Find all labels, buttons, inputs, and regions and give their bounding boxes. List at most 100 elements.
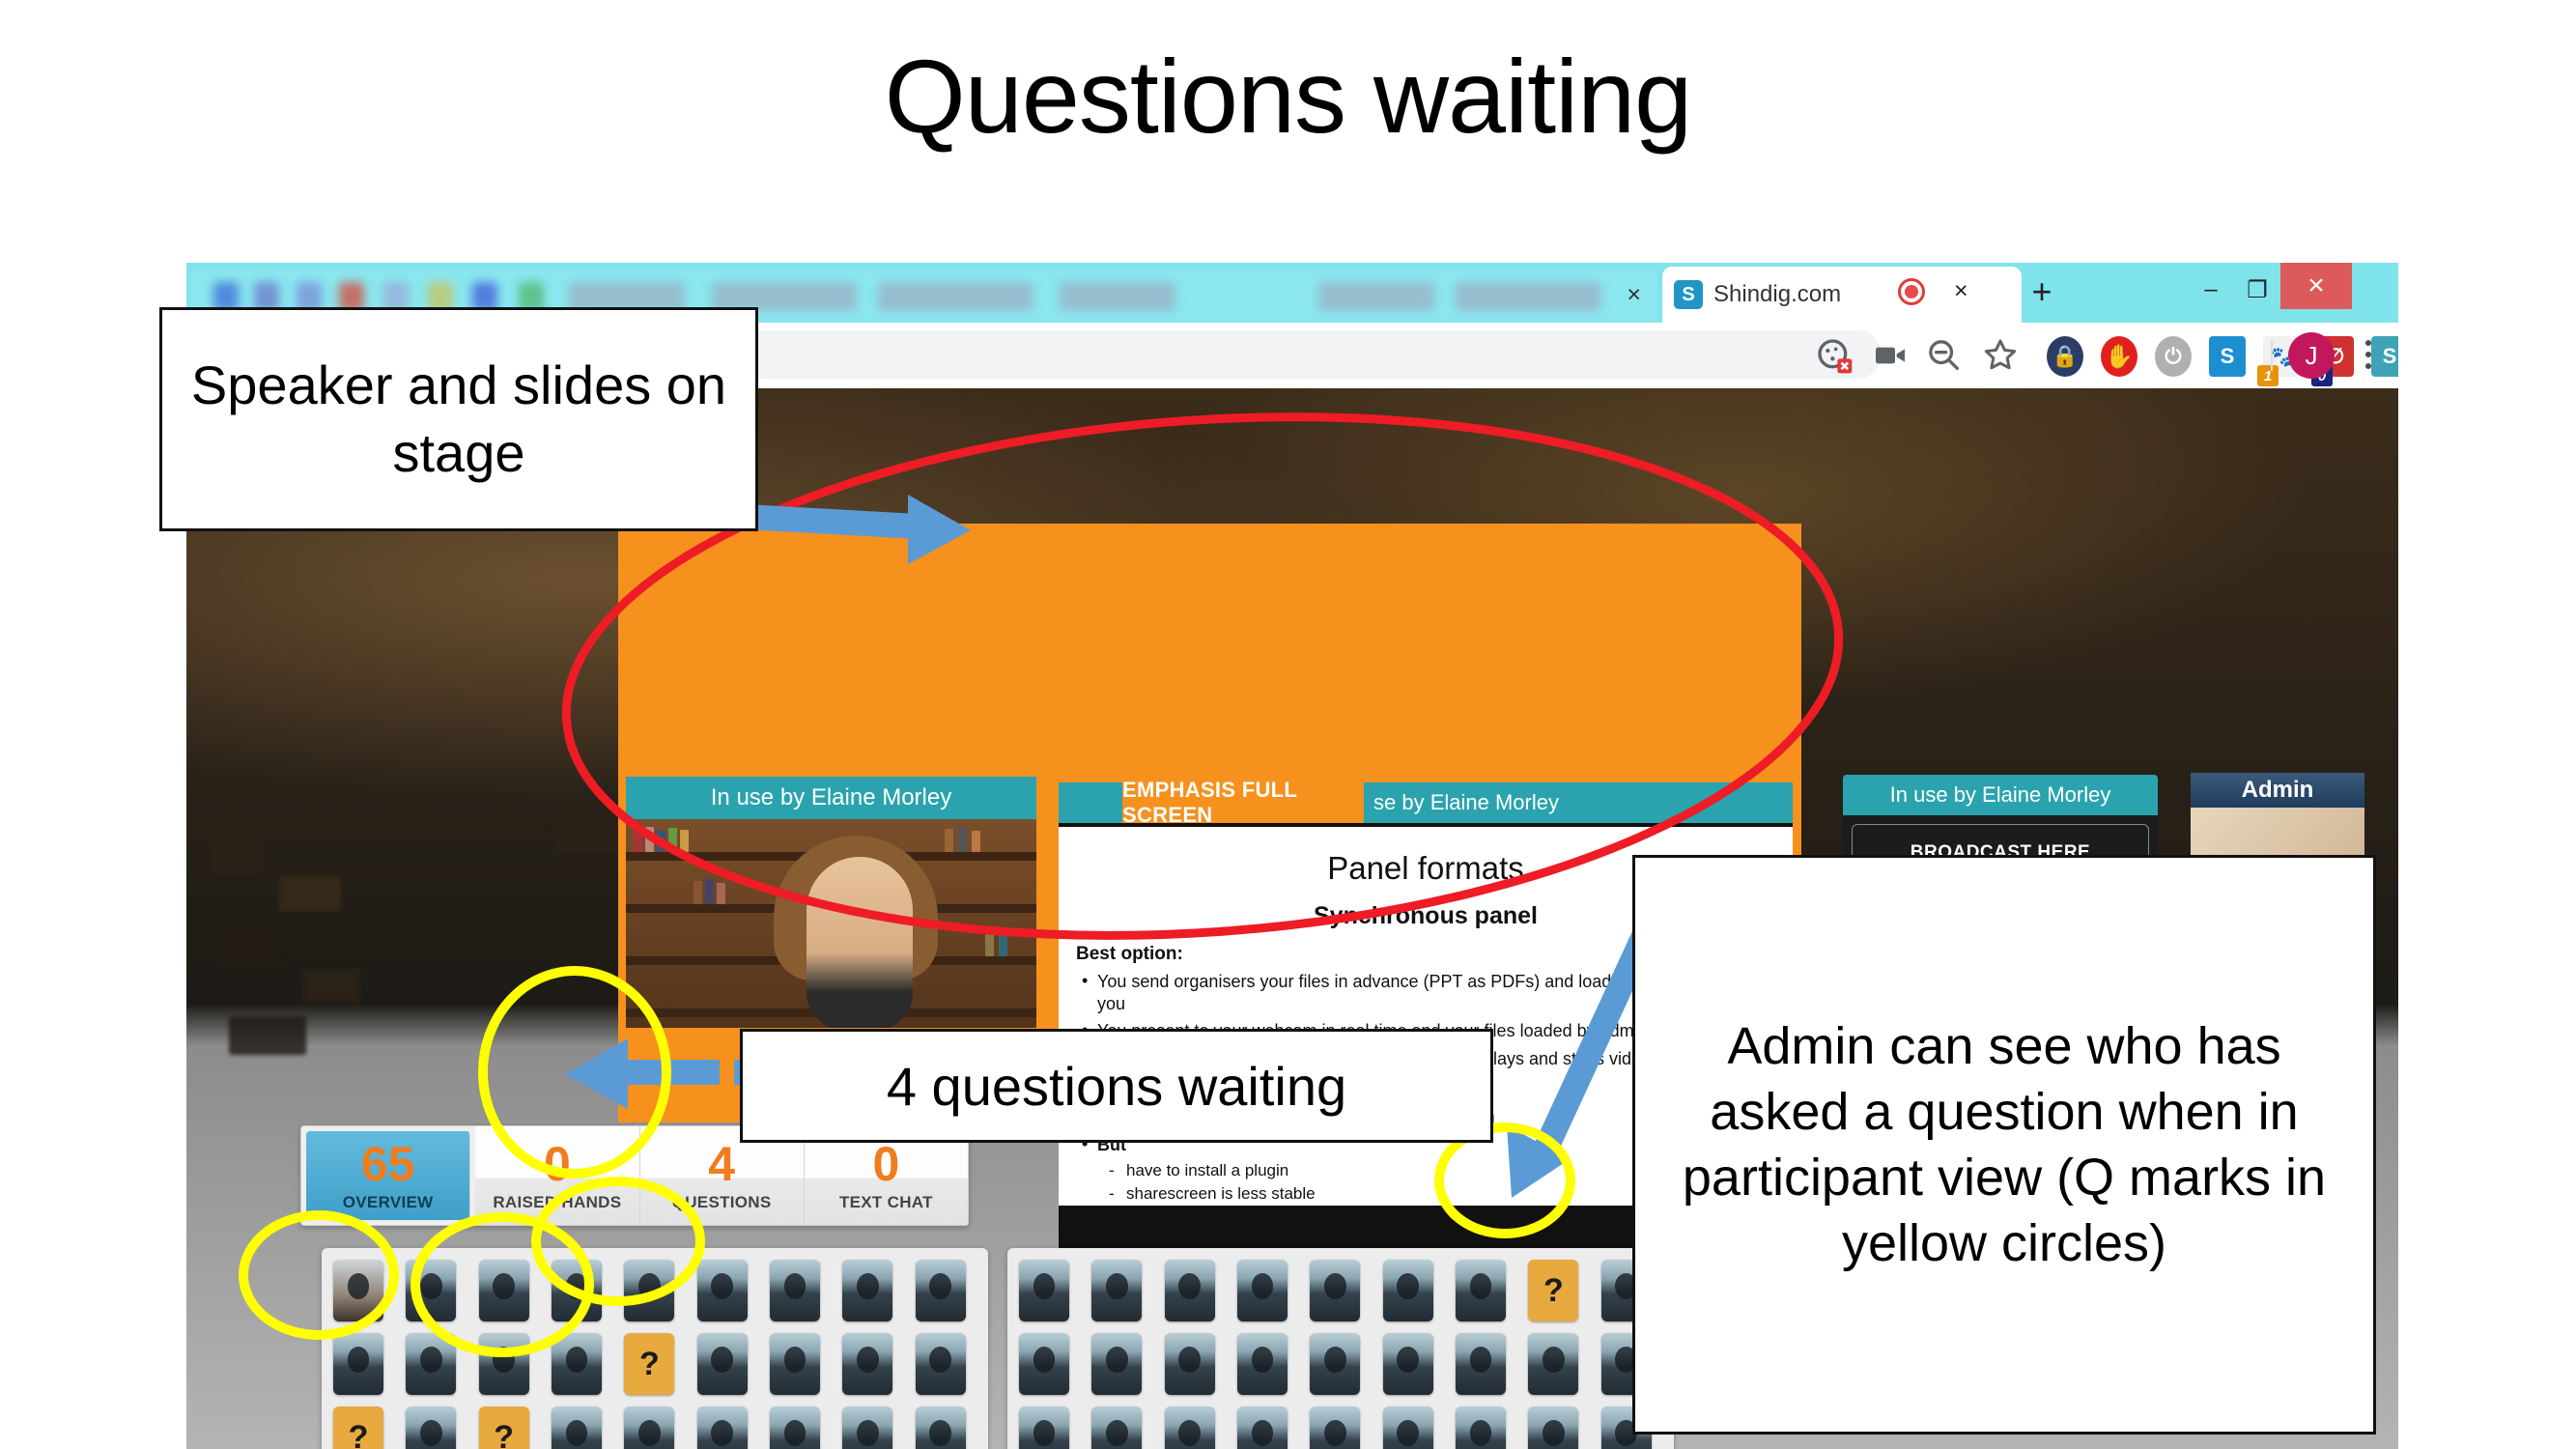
participant-tile[interactable]	[478, 1260, 529, 1321]
participant-tile[interactable]	[915, 1260, 966, 1321]
participant-tile[interactable]	[842, 1333, 893, 1395]
stat-value: 4	[708, 1136, 736, 1191]
participant-tile[interactable]	[915, 1406, 966, 1449]
emphasis-full-screen-badge[interactable]: EMPHASIS FULL SCREEN	[1122, 778, 1364, 827]
participant-tile[interactable]	[1019, 1333, 1069, 1395]
participant-tile[interactable]	[1455, 1333, 1506, 1395]
audience-blur	[210, 842, 266, 875]
participant-tile[interactable]	[769, 1333, 820, 1395]
tab-label-blur	[878, 282, 1033, 311]
question-mark-icon: ?	[638, 1345, 660, 1382]
participant-tile[interactable]	[1236, 1260, 1288, 1321]
block-extension-icon[interactable]: ✋	[2101, 336, 2137, 377]
stat-value: 0	[543, 1136, 571, 1191]
stat-label: QUESTIONS	[671, 1192, 772, 1211]
participant-tile[interactable]	[406, 1260, 457, 1321]
participant-tile[interactable]	[333, 1260, 383, 1321]
question-mark-icon: ?	[1543, 1271, 1564, 1309]
participant-tile[interactable]	[1310, 1406, 1361, 1449]
slide-header: EMPHASIS FULL SCREEN se by Elaine Morley	[1059, 778, 1793, 827]
participant-tile[interactable]	[696, 1260, 748, 1321]
participant-tile[interactable]	[1019, 1406, 1069, 1449]
shindig-extension-icon[interactable]: S	[2209, 336, 2246, 377]
participant-tile[interactable]	[406, 1406, 457, 1449]
participant-tile[interactable]	[842, 1406, 893, 1449]
participant-grid-left[interactable]: ???	[322, 1248, 988, 1449]
participant-grid-right[interactable]: ?	[1007, 1248, 1674, 1449]
participant-tile[interactable]	[1164, 1406, 1215, 1449]
stat-label: RAISED HANDS	[493, 1192, 622, 1211]
participant-tile[interactable]	[1019, 1260, 1069, 1321]
participant-tile[interactable]	[1164, 1260, 1215, 1321]
tab-label-blur	[1318, 282, 1434, 311]
participant-tile[interactable]	[1236, 1333, 1288, 1395]
callout-speaker: Speaker and slides on stage	[159, 307, 758, 531]
participant-tile[interactable]	[1236, 1406, 1288, 1449]
participant-tile[interactable]	[478, 1333, 529, 1395]
camera-record-icon[interactable]	[1871, 336, 1910, 375]
stat-overview[interactable]: 65 OVERVIEW	[306, 1131, 471, 1220]
audience-blur	[302, 968, 360, 1003]
speaker-video-feed	[626, 819, 1036, 1028]
participant-tile[interactable]	[696, 1406, 748, 1449]
tab-label-blur	[1456, 282, 1600, 311]
participant-tile[interactable]	[333, 1333, 383, 1395]
speaker-face	[807, 856, 913, 1028]
bookmark-star-icon[interactable]	[1981, 336, 2020, 375]
participant-tile[interactable]	[1310, 1260, 1361, 1321]
participant-tile[interactable]	[551, 1333, 602, 1395]
participant-tile-question[interactable]: ?	[478, 1406, 529, 1449]
new-tab-button[interactable]: +	[2020, 274, 2064, 313]
participant-tile[interactable]	[551, 1406, 602, 1449]
audience-blur	[279, 876, 341, 911]
stat-value: 65	[360, 1136, 415, 1191]
participant-tile[interactable]	[1091, 1333, 1143, 1395]
participant-tile[interactable]	[1091, 1260, 1143, 1321]
participant-tile[interactable]	[1382, 1260, 1433, 1321]
audience-blur	[215, 929, 283, 968]
window-close-button[interactable]: ×	[2280, 263, 2352, 309]
participant-tile[interactable]	[769, 1406, 820, 1449]
tab-close-icon[interactable]: ×	[1627, 283, 1641, 307]
tab-shindig-close-icon[interactable]: ×	[1954, 277, 1968, 305]
power-extension-icon[interactable]: ⏻	[2155, 336, 2192, 377]
speaker-video-tile[interactable]: In use by Elaine Morley	[626, 777, 1036, 1028]
participant-tile[interactable]	[915, 1333, 966, 1395]
slide-header-user: se by Elaine Morley	[1373, 790, 1559, 814]
profile-avatar[interactable]: J	[2288, 332, 2335, 379]
window-maximize-button[interactable]: ❐	[2238, 276, 2277, 304]
tab-label-blur	[1060, 282, 1175, 311]
audience-blur	[229, 1016, 306, 1055]
speaker-label: In use by Elaine Morley	[626, 777, 1036, 819]
question-mark-icon: ?	[494, 1418, 515, 1449]
participant-tile[interactable]	[551, 1260, 602, 1321]
cookie-blocked-icon[interactable]	[1815, 336, 1854, 375]
participant-tile[interactable]	[406, 1333, 457, 1395]
participant-tile-question[interactable]: ?	[333, 1406, 383, 1449]
participant-tile[interactable]	[1091, 1406, 1143, 1449]
callout-admin: Admin can see who has asked a question w…	[1632, 855, 2376, 1435]
participant-tile[interactable]	[624, 1260, 675, 1321]
participant-tile[interactable]	[624, 1406, 675, 1449]
question-mark-icon: ?	[348, 1418, 369, 1449]
participant-tile-question[interactable]: ?	[1528, 1260, 1579, 1321]
stat-raised-hands[interactable]: 0 RAISED HANDS	[475, 1126, 640, 1225]
zoom-out-icon[interactable]	[1925, 336, 1964, 375]
participant-tile[interactable]	[842, 1260, 893, 1321]
kebab-menu-icon[interactable]	[2354, 334, 2383, 377]
participant-tile-question[interactable]: ?	[624, 1333, 675, 1395]
participant-tile[interactable]	[1382, 1406, 1433, 1449]
participant-tile[interactable]	[769, 1260, 820, 1321]
participant-tile[interactable]	[1455, 1406, 1506, 1449]
record-dot-icon	[1898, 278, 1925, 305]
participant-tile[interactable]	[1164, 1333, 1215, 1395]
participant-tile[interactable]	[1382, 1333, 1433, 1395]
participant-tile[interactable]	[1528, 1406, 1579, 1449]
lock-extension-icon[interactable]: 🔒	[2047, 336, 2083, 377]
participant-tile[interactable]	[696, 1333, 748, 1395]
participant-tile[interactable]	[1455, 1260, 1506, 1321]
window-minimize-button[interactable]: –	[2192, 276, 2230, 303]
participant-tile[interactable]	[1310, 1333, 1361, 1395]
stat-label: TEXT CHAT	[838, 1192, 933, 1211]
participant-tile[interactable]	[1528, 1333, 1579, 1395]
